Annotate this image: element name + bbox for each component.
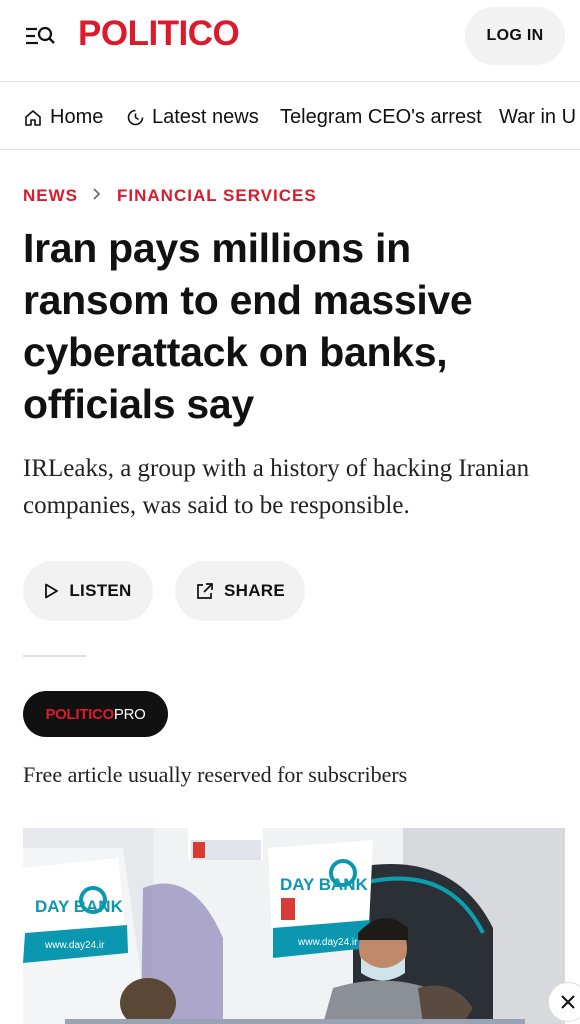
- close-icon[interactable]: [548, 982, 580, 1022]
- home-icon: [25, 109, 41, 126]
- listen-label: LISTEN: [69, 581, 132, 600]
- pro-badge-brand: POLITICO: [45, 705, 114, 723]
- share-label: SHARE: [223, 581, 285, 600]
- divider: [23, 655, 86, 657]
- article-headline: Iran pays millions in ransom to end mass…: [23, 225, 473, 427]
- nav-item-home-label: Home: [50, 106, 104, 128]
- nav-item-telegram[interactable]: Telegram CEO's arrest: [280, 106, 482, 129]
- breadcrumb-news[interactable]: NEWS: [23, 186, 78, 206]
- nav-item-home[interactable]: Home: [24, 106, 103, 129]
- share-button[interactable]: SHARE: [175, 561, 305, 621]
- free-article-note: Free article usually reserved for subscr…: [23, 762, 408, 787]
- nav-bar: Home Latest news Telegram CEO's arrest W…: [0, 83, 580, 150]
- menu-search-icon[interactable]: [24, 24, 56, 50]
- breadcrumb: NEWS FINANCIAL SERVICES: [23, 186, 317, 206]
- politico-logo[interactable]: POLITICO: [78, 14, 240, 54]
- right-sign-url: www.day24.ir: [297, 937, 358, 948]
- nav-item-latest-news-label: Latest news: [152, 106, 259, 128]
- play-icon: [45, 583, 59, 599]
- left-sign-url: www.day24.ir: [44, 940, 105, 951]
- nav-item-war[interactable]: War in U: [499, 106, 576, 129]
- article-dek: IRLeaks, a group with a history of hacki…: [23, 455, 530, 519]
- nav-item-telegram-label: Telegram CEO's arrest: [280, 106, 482, 128]
- breadcrumb-financial-services[interactable]: FINANCIAL SERVICES: [117, 186, 317, 206]
- chevron-right-icon: [92, 186, 101, 206]
- login-button[interactable]: LOG IN: [465, 7, 565, 65]
- politico-pro-badge[interactable]: POLITICO PRO: [23, 691, 168, 737]
- listen-button[interactable]: LISTEN: [23, 561, 153, 621]
- pro-badge-suffix: PRO: [113, 705, 146, 723]
- top-bar: POLITICO LOG IN: [0, 0, 580, 82]
- article-photo: DAY BANK www.day24.ir DAY BANK www.day24…: [23, 828, 565, 1024]
- nav-item-latest-news[interactable]: Latest news: [127, 106, 259, 129]
- nav-item-war-label: War in U: [499, 106, 577, 128]
- share-icon: [197, 582, 213, 599]
- clock-icon: [127, 109, 144, 126]
- ad-banner[interactable]: [65, 1019, 525, 1024]
